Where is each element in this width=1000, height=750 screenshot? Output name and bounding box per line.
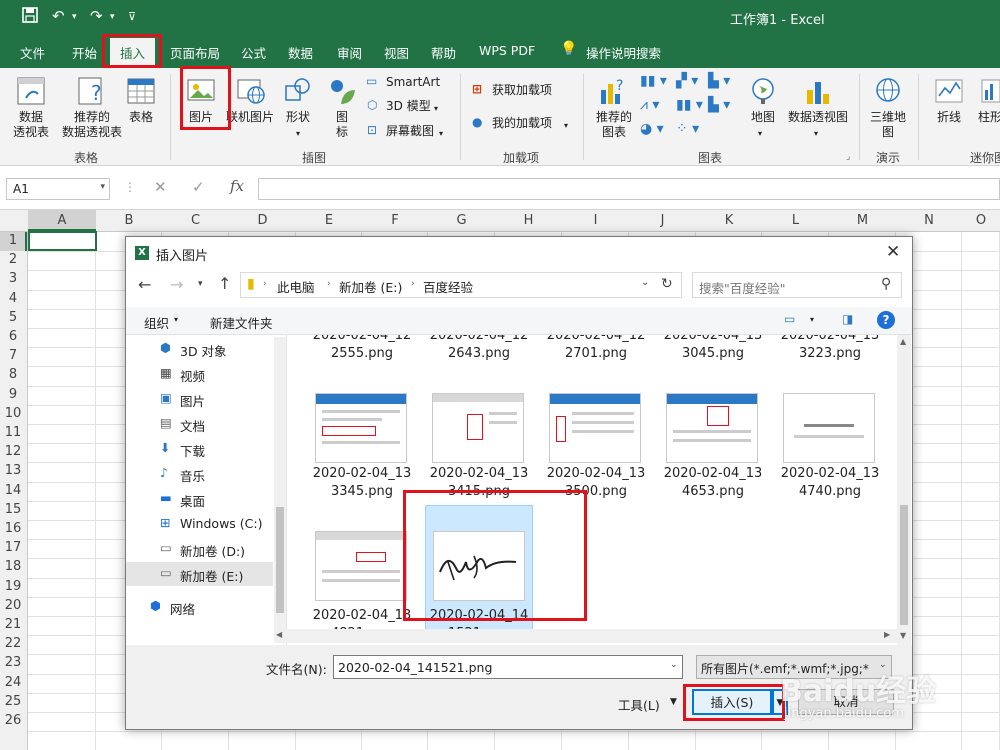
highlight-selected-file (403, 490, 587, 621)
search-icon[interactable]: ⚲ (881, 276, 891, 292)
file-item[interactable]: 2020-02-04_13 4653.png (659, 465, 767, 501)
file-item[interactable]: 2020-02-04_12 2643.png (425, 335, 533, 363)
file-thumbnail (666, 393, 758, 463)
file-item[interactable]: 2020-02-04_12 2555.png (308, 335, 416, 363)
sidebar-item-music[interactable]: ♪ 音乐 (126, 462, 273, 486)
filename-value: 2020-02-04_141521.png (338, 660, 493, 675)
file-item[interactable]: 2020-02-04_13 3223.png (776, 335, 884, 363)
navigation-pane: ⬢ 3D 对象 ▦ 视频 ▣ 图片 ▤ 文档 ⬇ 下载 ♪ 音乐 ▬ 桌面 ⊞ Windows … (126, 335, 274, 645)
dialog-title: 插入图片 (156, 249, 209, 264)
command-bar: 组织 ▾ 新建文件夹 ▭ ▾ ◨ ? (126, 307, 912, 335)
network-icon: ⬢ (150, 598, 161, 613)
windows-drive-icon: ⊞ (160, 515, 171, 530)
filename-label: 文件名(N): (266, 662, 327, 677)
excel-app-icon: X (135, 246, 149, 260)
scroll-down-icon[interactable]: ▼ (900, 631, 906, 640)
scroll-left-icon[interactable]: ◀ (276, 630, 282, 639)
drive-icon: ▭ (160, 540, 172, 555)
file-thumbnail (432, 393, 524, 463)
sidebar-item-desktop[interactable]: ▬ 桌面 (126, 487, 273, 511)
view-options-dropdown-icon[interactable]: ▾ (810, 315, 814, 324)
organize-dropdown-icon[interactable]: ▾ (174, 315, 178, 324)
sidebar-item-drive-d[interactable]: ▭ 新加卷 (D:) (126, 537, 273, 561)
refresh-icon[interactable]: ↻ (661, 276, 673, 292)
watermark-logo: Baidu经验 (780, 674, 937, 709)
file-item[interactable]: 2020-02-04_13 4740.png (776, 465, 884, 501)
sidebar-item-pictures[interactable]: ▣ 图片 (126, 387, 273, 411)
sidebar-item-drive-e[interactable]: ▭ 新加卷 (E:) (126, 562, 273, 586)
horizontal-scrollbar[interactable]: ◀ ▶ (274, 629, 897, 643)
view-options-icon[interactable]: ▭ (784, 312, 795, 326)
forward-icon[interactable]: → (170, 275, 183, 294)
close-icon[interactable]: ✕ (886, 242, 900, 262)
new-folder-button[interactable]: 新建文件夹 (210, 313, 273, 332)
watermark-url: jingyan.baidu.com (784, 706, 904, 721)
documents-icon: ▤ (160, 415, 172, 430)
grid-row-line (28, 731, 1000, 733)
preview-pane-icon[interactable]: ◨ (842, 312, 853, 326)
search-placeholder: 搜索"百度经验" (699, 281, 786, 296)
sidebar-item-network[interactable]: ⬢ 网络 (126, 595, 273, 619)
folder-icon: ▮ (247, 276, 255, 292)
sidebar-item-drive-c[interactable]: ⊞ Windows (C:) (126, 512, 273, 536)
highlight-insert-button (683, 684, 785, 721)
drive-icon: ▭ (160, 565, 172, 580)
scroll-up-icon[interactable]: ▲ (900, 337, 906, 346)
file-item[interactable]: 2020-02-04_13 3345.png (308, 465, 416, 501)
download-icon: ⬇ (160, 440, 171, 455)
file-list: 2020-02-04_12 2555.png 2020-02-04_12 2643.… (287, 335, 897, 645)
breadcrumb-chevron-icon: › (263, 279, 267, 289)
file-thumbnail (783, 393, 875, 463)
help-icon[interactable]: ? (877, 311, 895, 329)
file-thumbnail (549, 393, 641, 463)
breadcrumb-chevron-icon: › (327, 279, 331, 289)
breadcrumb-drive-e[interactable]: 新加卷 (E:) (339, 277, 402, 296)
file-list-scrollbar-thumb[interactable] (900, 505, 908, 625)
scroll-right-icon[interactable]: ▶ (884, 630, 890, 639)
file-item[interactable]: 2020-02-04_12 2701.png (542, 335, 650, 363)
address-dropdown-icon[interactable]: ⌄ (641, 277, 649, 288)
up-folder-icon[interactable]: ↑ (218, 274, 231, 293)
breadcrumb-baidu-jingyan[interactable]: 百度经验 (423, 277, 473, 296)
file-thumbnail (315, 393, 407, 463)
tools-dropdown-icon[interactable]: ▼ (670, 697, 677, 707)
file-list-scrollbar[interactable]: ▲ ▼ (897, 335, 911, 645)
tools-button[interactable]: 工具(L) (618, 695, 660, 714)
sidebar-item-videos[interactable]: ▦ 视频 (126, 362, 273, 386)
sidebar-item-downloads[interactable]: ⬇ 下载 (126, 437, 273, 461)
active-cell-a1[interactable] (28, 231, 97, 251)
nav-pane-scrollbar-thumb[interactable] (276, 507, 284, 613)
sidebar-item-3d-objects[interactable]: ⬢ 3D 对象 (126, 337, 273, 361)
pictures-icon: ▣ (160, 390, 172, 405)
breadcrumb-chevron-icon: › (411, 279, 415, 289)
video-icon: ▦ (160, 365, 172, 380)
file-thumbnail (315, 531, 407, 601)
back-icon[interactable]: ← (138, 275, 151, 294)
insert-picture-dialog: X 插入图片 ✕ ← → ▾ ↑ ▮ › 此电脑 › 新加卷 (E:) › 百度… (125, 236, 913, 730)
music-icon: ♪ (160, 465, 168, 480)
filename-dropdown-icon[interactable]: ⌄ (670, 660, 678, 670)
sidebar-item-documents[interactable]: ▤ 文档 (126, 412, 273, 436)
organize-button[interactable]: 组织 (144, 313, 169, 332)
search-input[interactable]: 搜索"百度经验" ⚲ (692, 272, 902, 298)
nav-pane-scrollbar[interactable] (274, 337, 286, 643)
address-bar[interactable]: ▮ › 此电脑 › 新加卷 (E:) › 百度经验 ⌄ ↻ (240, 272, 682, 298)
breadcrumb-this-pc[interactable]: 此电脑 (277, 277, 315, 296)
desktop-icon: ▬ (160, 490, 172, 505)
3d-objects-icon: ⬢ (160, 340, 171, 355)
file-item[interactable]: 2020-02-04_13 3045.png (659, 335, 767, 363)
filename-input[interactable]: 2020-02-04_141521.png ⌄ (333, 655, 683, 679)
recent-locations-icon[interactable]: ▾ (198, 279, 203, 289)
